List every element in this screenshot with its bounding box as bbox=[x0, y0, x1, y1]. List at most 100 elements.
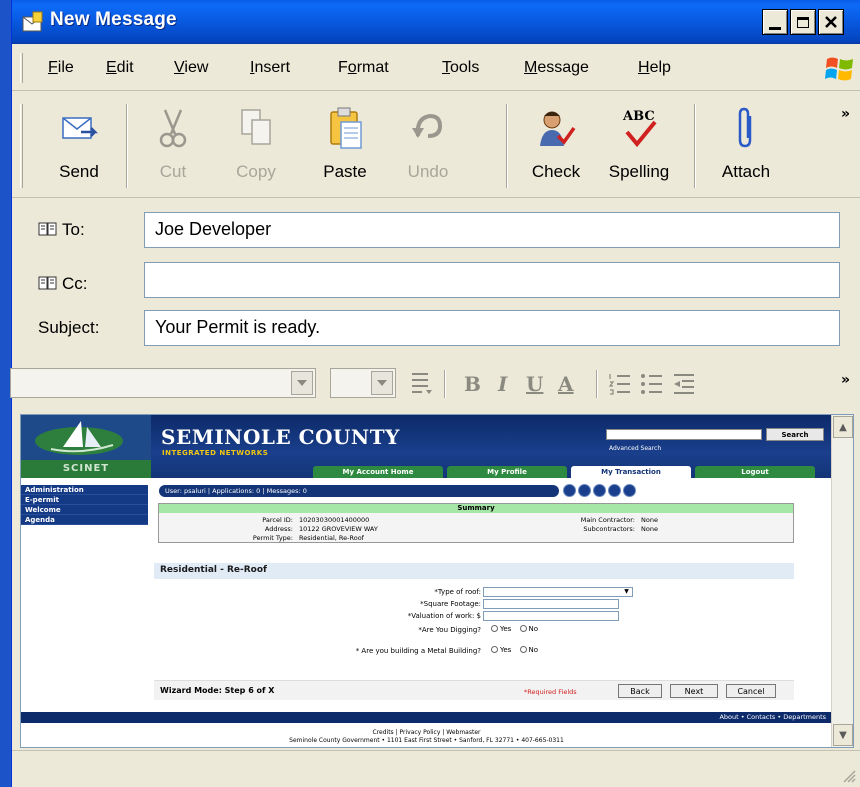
minimize-button[interactable] bbox=[762, 9, 788, 35]
paragraph-style-icon[interactable] bbox=[410, 370, 434, 396]
scroll-up-arrow[interactable]: ▲ bbox=[833, 416, 853, 438]
site-search-input[interactable] bbox=[606, 429, 762, 440]
site-search-button[interactable]: Search bbox=[766, 428, 824, 441]
menu-insert[interactable]: Insert bbox=[250, 59, 290, 77]
menu-file[interactable]: File bbox=[48, 59, 74, 77]
tab-logout[interactable]: Logout bbox=[695, 466, 815, 478]
maximize-button[interactable] bbox=[790, 9, 816, 35]
menu-accelerator: F bbox=[48, 59, 58, 76]
close-button[interactable] bbox=[818, 9, 844, 35]
menu-view[interactable]: View bbox=[174, 59, 208, 77]
footer-links-line[interactable]: Credits | Privacy Policy | Webmaster bbox=[21, 729, 832, 737]
advanced-search-link[interactable]: Advanced Search bbox=[609, 445, 661, 452]
subject-field[interactable]: Your Permit is ready. bbox=[144, 310, 840, 346]
nav-agenda[interactable]: Agenda bbox=[21, 515, 148, 525]
toolbar-separator bbox=[506, 104, 508, 188]
next-button[interactable]: Next bbox=[670, 684, 718, 698]
check-names-button[interactable]: Check bbox=[520, 100, 592, 192]
digging-label: *Are You Digging? bbox=[418, 626, 481, 634]
metal-no-radio[interactable] bbox=[519, 646, 527, 653]
square-footage-input[interactable] bbox=[483, 599, 619, 609]
font-name-select[interactable] bbox=[10, 368, 316, 398]
menu-message[interactable]: Message bbox=[524, 59, 589, 77]
tab-my-profile[interactable]: My Profile bbox=[447, 466, 567, 478]
size-dropdown-button[interactable] bbox=[371, 371, 393, 395]
tab-my-account-home[interactable]: My Account Home bbox=[313, 466, 443, 478]
wizard-bar: Wizard Mode: Step 6 of X *Required Field… bbox=[154, 680, 794, 700]
menu-edit[interactable]: Edit bbox=[106, 59, 134, 77]
body-scrollbar[interactable]: ▲ ▼ bbox=[831, 415, 853, 747]
new-message-icon bbox=[22, 11, 43, 32]
svg-text:ABC: ABC bbox=[622, 109, 655, 124]
message-body[interactable]: SCINET SEMINOLE COUNTY INTEGRATED NETWOR… bbox=[20, 414, 854, 748]
menu-help[interactable]: Help bbox=[638, 59, 671, 77]
tab-my-transaction[interactable]: My Transaction bbox=[571, 466, 691, 478]
to-field[interactable]: Joe Developer bbox=[144, 212, 840, 248]
title-bar[interactable]: New Message bbox=[12, 0, 860, 44]
edit-icon[interactable] bbox=[578, 484, 591, 497]
menu-grip[interactable] bbox=[20, 53, 23, 83]
cancel-button[interactable]: Cancel bbox=[726, 684, 776, 698]
format-more-icon[interactable]: » bbox=[841, 372, 850, 388]
county-subtitle: INTEGRATED NETWORKS bbox=[162, 449, 269, 457]
help-icon[interactable] bbox=[563, 484, 576, 497]
numbered-list-icon[interactable] bbox=[608, 372, 632, 396]
font-size-select[interactable] bbox=[330, 368, 396, 398]
send-icon bbox=[62, 117, 99, 139]
nav-administration[interactable]: Administration bbox=[21, 485, 148, 495]
digging-yes-radio[interactable] bbox=[491, 625, 498, 632]
spelling-label: Spelling bbox=[608, 162, 670, 181]
site-footer-links[interactable]: About • Contacts • Departments bbox=[21, 712, 832, 723]
menu-tools[interactable]: Tools bbox=[442, 59, 479, 77]
undo-button[interactable]: Undo bbox=[392, 100, 464, 192]
chevron-down-icon: ▼ bbox=[624, 588, 629, 595]
favorite-icon[interactable] bbox=[608, 484, 621, 497]
back-button[interactable]: Back bbox=[618, 684, 662, 698]
cut-button[interactable]: Cut bbox=[138, 100, 208, 192]
valuation-label: *Valuation of work: $ bbox=[407, 612, 481, 620]
resize-grip-icon[interactable] bbox=[842, 769, 856, 783]
digging-options: Yes No bbox=[485, 625, 538, 633]
menu-accelerator: o bbox=[347, 59, 357, 76]
menu-accelerator: H bbox=[638, 59, 650, 76]
no-label: No bbox=[528, 625, 539, 633]
nav-welcome[interactable]: Welcome bbox=[21, 505, 148, 515]
undo-icon bbox=[412, 113, 443, 138]
subcontractors-value: None bbox=[641, 525, 658, 533]
menu-format[interactable]: Format bbox=[338, 59, 389, 77]
scroll-down-arrow[interactable]: ▼ bbox=[833, 724, 853, 746]
send-button[interactable]: Send bbox=[34, 100, 124, 192]
scinet-web-page: SCINET SEMINOLE COUNTY INTEGRATED NETWOR… bbox=[21, 415, 832, 747]
summary-panel: Summary Parcel ID: 10203030001400000 Add… bbox=[158, 503, 794, 543]
underline-icon[interactable]: U bbox=[526, 372, 543, 396]
copy-button[interactable]: Copy bbox=[218, 100, 294, 192]
decrease-indent-icon[interactable] bbox=[672, 372, 696, 396]
address-value: 10122 GROVEVIEW WAY bbox=[299, 525, 378, 533]
italic-icon[interactable]: I bbox=[498, 372, 507, 396]
print-icon[interactable] bbox=[593, 484, 606, 497]
bold-icon[interactable]: B bbox=[464, 372, 481, 396]
spelling-button[interactable]: ABC Spelling bbox=[596, 100, 682, 192]
digging-no-radio[interactable] bbox=[519, 625, 527, 632]
font-color-icon[interactable]: A bbox=[558, 372, 574, 396]
metal-yes-radio[interactable] bbox=[491, 646, 498, 653]
footer-address-line: Seminole County Government • 1101 East F… bbox=[289, 737, 564, 744]
valuation-input[interactable] bbox=[483, 611, 619, 621]
cc-label[interactable]: Cc: bbox=[38, 274, 88, 294]
cc-field[interactable] bbox=[144, 262, 840, 298]
bullet-list-icon[interactable] bbox=[640, 372, 664, 396]
to-label[interactable]: To: bbox=[38, 220, 85, 240]
toolbar-grip[interactable] bbox=[20, 104, 23, 188]
toolbar-more-icon[interactable]: » bbox=[841, 106, 850, 122]
paste-button[interactable]: Paste bbox=[308, 100, 382, 192]
attach-button[interactable]: Attach bbox=[706, 100, 786, 192]
permit-type-label: Permit Type: bbox=[252, 534, 293, 542]
font-dropdown-button[interactable] bbox=[291, 371, 313, 395]
undo-label: Undo bbox=[407, 162, 449, 181]
permit-type-value: Residential, Re-Roof bbox=[299, 534, 364, 542]
type-of-roof-select[interactable]: ▼ bbox=[483, 587, 633, 597]
subcontractors-label: Subcontractors: bbox=[583, 525, 635, 533]
nav-e-permit[interactable]: E-permit bbox=[21, 495, 148, 505]
paste-icon bbox=[330, 107, 362, 149]
tools-icon[interactable] bbox=[623, 484, 636, 497]
